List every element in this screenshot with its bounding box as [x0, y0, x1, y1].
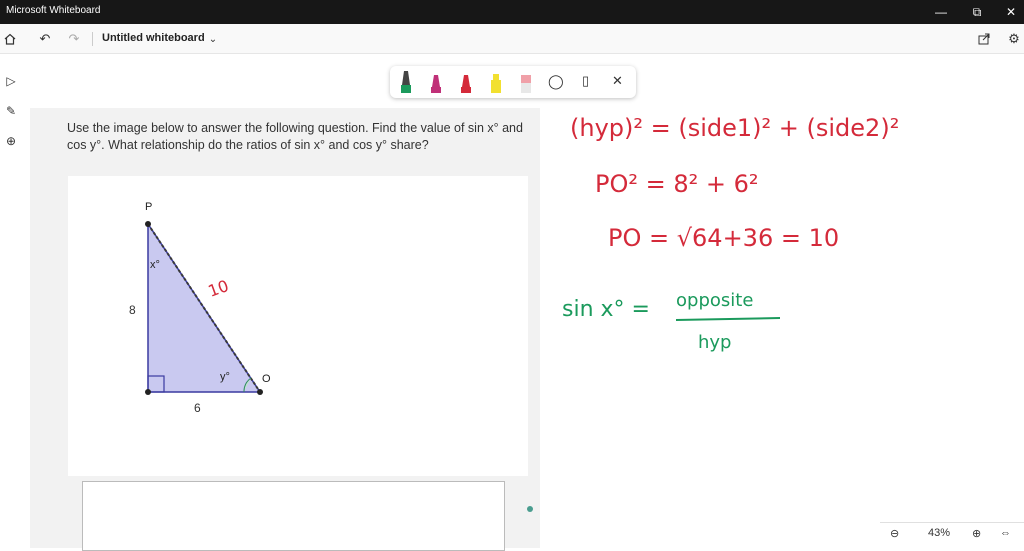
home-icon[interactable]	[0, 29, 20, 49]
triangle-figure: P O x° y° 8 6 10	[68, 176, 528, 476]
red-pen-icon[interactable]	[458, 69, 474, 95]
angle-label: y°	[220, 371, 230, 383]
green-pen-icon[interactable]	[398, 69, 414, 95]
app-title: Microsoft Whiteboard	[6, 5, 101, 16]
answer-box[interactable]	[82, 481, 505, 551]
doc-title[interactable]: Untitled whiteboard	[102, 32, 205, 44]
restore-icon[interactable]: ⧉	[960, 0, 994, 24]
zoom-out-icon[interactable]: ⊖	[890, 527, 899, 540]
question-text: Use the image below to answer the follow…	[67, 121, 523, 152]
ink-line: (hyp)² = (side1)² + (side2)²	[570, 114, 899, 142]
ink-canvas: (hyp)² = (side1)² + (side2)² PO² = 8² + …	[562, 114, 899, 353]
ink-line: PO = √64+36 = 10	[608, 224, 839, 252]
gear-icon[interactable]: ⚙	[1004, 29, 1024, 49]
redo-icon[interactable]: ↷	[64, 29, 84, 49]
close-icon[interactable]: ✕	[994, 0, 1024, 24]
ink-layer: (hyp)² = (side1)² + (side2)² PO² = 8² + …	[540, 80, 960, 365]
ink-line: PO² = 8² + 6²	[595, 170, 759, 198]
divider	[92, 32, 93, 46]
highlighter-yellow-icon[interactable]	[488, 69, 504, 95]
fit-to-screen-icon[interactable]: ⇔	[1000, 527, 1011, 539]
ink-fraction-denominator: hyp	[698, 332, 732, 353]
angle-label: x°	[150, 259, 160, 271]
app-bar: ↶ ↷ Untitled whiteboard ⌄ ⚙	[0, 24, 1024, 54]
chevron-down-icon[interactable]: ⌄	[203, 29, 223, 49]
vertex-label: O	[262, 373, 271, 385]
ink-fraction-numerator: opposite	[676, 290, 753, 311]
side-label: 8	[129, 303, 136, 317]
eraser-icon[interactable]	[518, 69, 534, 95]
add-icon[interactable]: ⊕	[2, 132, 20, 150]
resize-handle[interactable]	[527, 506, 533, 512]
title-bar: Microsoft Whiteboard — ⧉ ✕	[0, 0, 1024, 24]
vertex-dot	[257, 389, 263, 395]
magenta-pen-icon[interactable]	[428, 69, 444, 95]
triangle-diagram: P O x° y° 8 6 10	[129, 201, 271, 415]
undo-icon[interactable]: ↶	[35, 29, 55, 49]
side-label: 6	[194, 401, 201, 415]
vertex-dot	[145, 389, 151, 395]
ink-ten: 10	[206, 276, 232, 301]
pen-icon[interactable]: ✎	[2, 102, 20, 120]
minimize-icon[interactable]: —	[924, 0, 958, 24]
select-arrow-icon[interactable]: ▷	[2, 72, 20, 90]
zoom-in-icon[interactable]: ⊕	[972, 527, 981, 540]
zoom-bar: ⊖ 43% ⊕ ⇔	[880, 522, 1024, 544]
share-icon[interactable]	[974, 29, 994, 49]
fraction-bar	[675, 317, 781, 321]
vertex-label: P	[145, 201, 152, 213]
left-toolbar: ▷ ✎ ⊕	[0, 62, 22, 162]
ink-line: sin x° =	[562, 297, 650, 322]
vertex-dot	[145, 221, 151, 227]
zoom-level: 43%	[928, 527, 951, 539]
